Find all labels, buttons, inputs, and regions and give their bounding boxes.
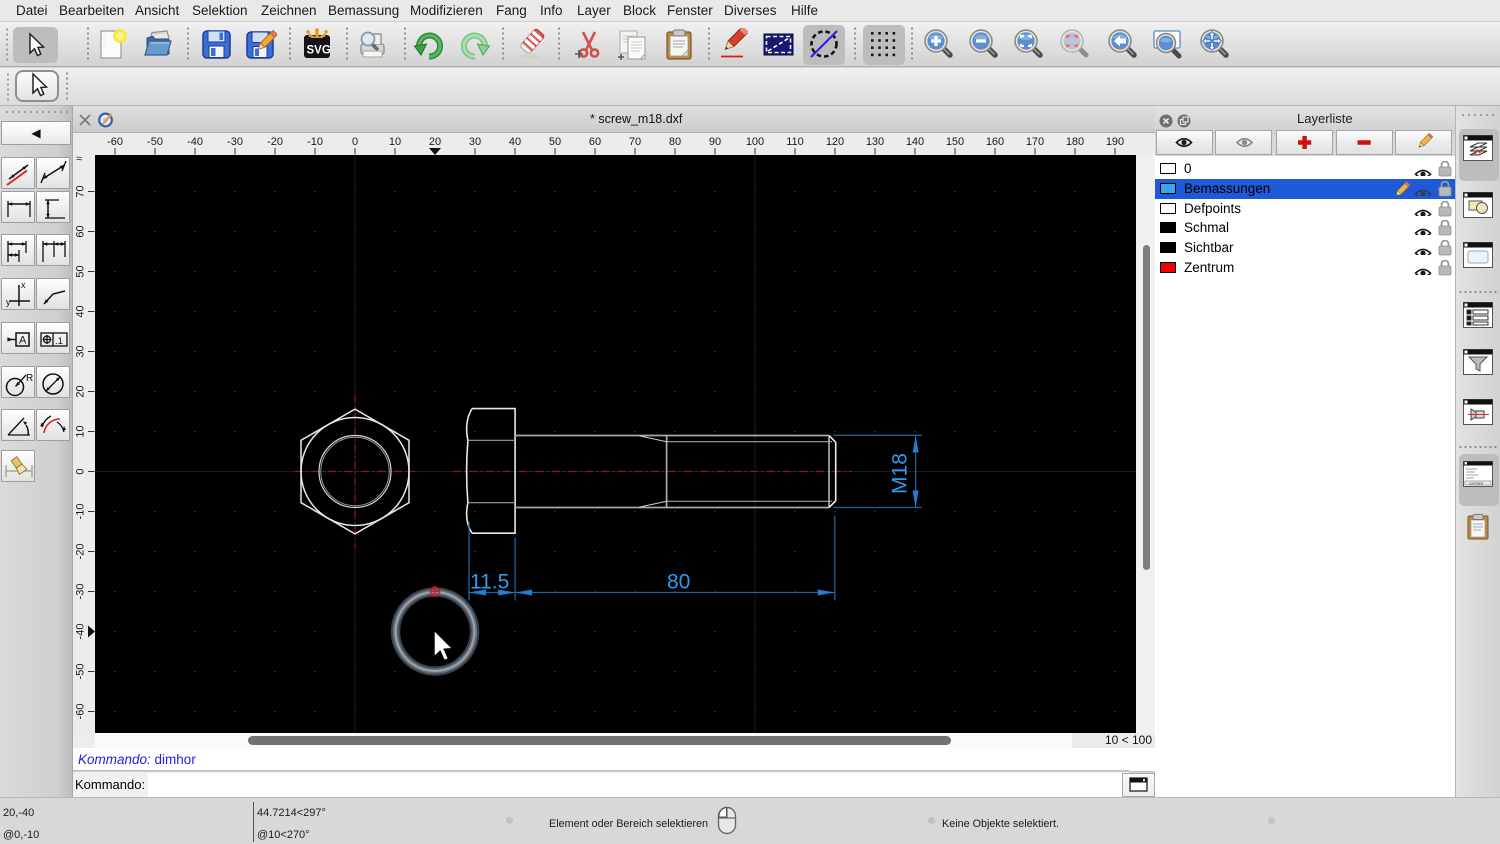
svg-text:70: 70 (75, 185, 87, 197)
svg-text:190: 190 (1106, 136, 1124, 148)
svg-text:30: 30 (75, 345, 87, 357)
svg-text:50: 50 (549, 136, 561, 148)
svg-text:10: 10 (75, 425, 87, 437)
svg-text:100: 100 (746, 136, 764, 148)
svg-text:-60: -60 (107, 136, 123, 148)
svg-text:-20: -20 (75, 544, 87, 560)
svg-text:40: 40 (509, 136, 521, 148)
svg-text:R: R (26, 373, 33, 384)
svg-text:command: command (1469, 481, 1483, 485)
svg-text:80: 80 (667, 571, 690, 594)
svg-text:A: A (19, 334, 27, 346)
svg-text:90: 90 (709, 136, 721, 148)
svg-text:180: 180 (1066, 136, 1084, 148)
svg-text:20: 20 (75, 385, 87, 397)
svg-text:40: 40 (75, 305, 87, 317)
svg-text:-40: -40 (187, 136, 203, 148)
svg-text:120: 120 (826, 136, 844, 148)
svg-text:130: 130 (866, 136, 884, 148)
svg-text:-40: -40 (75, 624, 87, 640)
svg-text:SVG: SVG (307, 45, 331, 57)
svg-text:70: 70 (629, 136, 641, 148)
svg-text:≈: ≈ (76, 155, 82, 165)
svg-text:50: 50 (75, 265, 87, 277)
svg-text:80: 80 (669, 136, 681, 148)
svg-text:150: 150 (946, 136, 964, 148)
svg-text:30: 30 (469, 136, 481, 148)
svg-text:60: 60 (589, 136, 601, 148)
svg-text:M18: M18 (889, 453, 912, 494)
svg-text:170: 170 (1026, 136, 1044, 148)
svg-text:y: y (6, 297, 11, 307)
svg-text:-10: -10 (307, 136, 323, 148)
svg-text:10: 10 (389, 136, 401, 148)
svg-text:160: 160 (986, 136, 1004, 148)
svg-text:0: 0 (352, 136, 358, 148)
svg-text:11.5: 11.5 (470, 571, 509, 594)
svg-text:-30: -30 (227, 136, 243, 148)
svg-text:-10: -10 (75, 504, 87, 520)
svg-text:60: 60 (75, 225, 87, 237)
svg-text:140: 140 (906, 136, 924, 148)
svg-text:-60: -60 (75, 704, 87, 720)
svg-text:.1: .1 (55, 336, 63, 347)
svg-text:110: 110 (786, 136, 804, 148)
svg-text:0: 0 (75, 468, 87, 474)
svg-text:x: x (21, 280, 26, 290)
svg-text:-20: -20 (267, 136, 283, 148)
svg-text:-50: -50 (75, 664, 87, 680)
svg-text:-30: -30 (75, 584, 87, 600)
svg-text:20: 20 (429, 136, 441, 148)
svg-text:-50: -50 (147, 136, 163, 148)
